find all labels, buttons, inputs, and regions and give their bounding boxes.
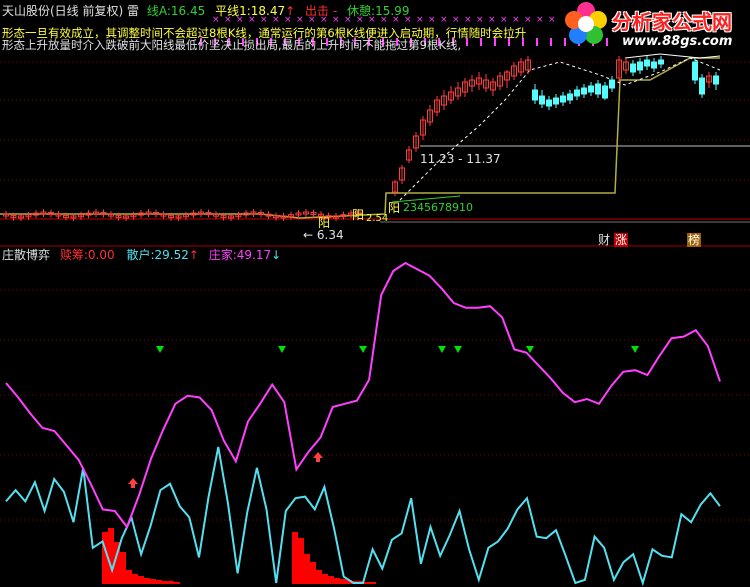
volume-bar [334, 578, 340, 584]
candle-body [595, 83, 601, 95]
line-a-value: 16.45 [170, 4, 206, 18]
candle-body [574, 89, 580, 97]
signal-x: × [452, 15, 460, 25]
candle-body [539, 95, 545, 105]
volume-bar [304, 554, 310, 584]
exit-value: - [332, 4, 338, 18]
indicator-header: 庄散博弈 赎筹:0.00 散户:29.52↑ 庄家:49.17↓ [2, 248, 281, 262]
indicator-name[interactable]: 庄散博弈 [2, 248, 50, 262]
volume-bar [310, 562, 316, 584]
volume-bar [150, 579, 156, 584]
retail-label: 散户: [126, 248, 155, 262]
candle-body [699, 77, 705, 95]
signal-x: × [512, 15, 520, 25]
signal-x: × [416, 15, 424, 25]
signal-x: × [476, 15, 484, 25]
volume-bar [156, 580, 162, 584]
signal-x: × [500, 15, 508, 25]
header-row-1: 天山股份(日线 前复权) 雷 线A:16.45 平线1:18.47↑ 出击 - … [2, 4, 409, 18]
up-arrow-icon: ↑ [285, 4, 296, 18]
candle-body [637, 61, 643, 71]
retail-value: 29.52 [154, 248, 189, 262]
signal-x: × [488, 15, 496, 25]
volume-bar [120, 552, 126, 584]
volume-bar [328, 576, 334, 584]
badge-zhang[interactable]: 涨 [614, 233, 629, 247]
volume-bar [322, 574, 328, 584]
candle-body [567, 93, 573, 101]
volume-bar [138, 576, 144, 584]
volume-bar [174, 582, 180, 584]
signal-tick [550, 38, 552, 46]
yang-count-label: 2.54 [366, 213, 389, 224]
volume-bar [126, 570, 132, 584]
volume-bar [108, 528, 114, 584]
cash-value: 0.00 [87, 248, 115, 262]
candle-body [560, 95, 566, 103]
candle-body [609, 79, 615, 89]
volume-bar [132, 574, 138, 584]
retail-arrow-icon: ↑ [188, 248, 199, 262]
site-logo[interactable]: 分析家公式网 www.88gs.com [560, 0, 750, 52]
candle-body [644, 59, 650, 67]
badge-bang[interactable]: 榜 [687, 233, 702, 247]
rest-value: 15.99 [375, 4, 410, 18]
exit-label: 出击 [305, 4, 330, 18]
signal-x: × [524, 15, 532, 25]
candle-body [692, 61, 698, 81]
rest-label: 休憩: [347, 4, 376, 18]
low-price-label: ← 6.34 [303, 228, 344, 242]
signal-x: × [440, 15, 448, 25]
yang-small-label: 阳 [318, 216, 331, 230]
signal-x: × [548, 15, 556, 25]
volume-bar [298, 538, 304, 584]
signal-x: × [428, 15, 436, 25]
dealer-value: 49.17 [236, 248, 272, 262]
cash-label: 赎筹: [59, 248, 88, 262]
signal-x: × [536, 15, 544, 25]
volume-bar [144, 578, 150, 584]
candle-body [658, 59, 664, 65]
volume-bar [364, 582, 370, 584]
stock-tag: 雷 [127, 4, 140, 18]
yang-sequence-label: 2345678910 [403, 201, 473, 214]
candle-body [588, 85, 594, 93]
range-label: 11.23 - 11.37 [420, 152, 501, 166]
candle-body [630, 63, 636, 73]
signal-x: × [464, 15, 472, 25]
volume-bar [340, 579, 346, 584]
ma1-label: 平线1: [215, 4, 251, 18]
dealer-arrow-icon: ↓ [271, 248, 282, 262]
candle-body [713, 75, 719, 85]
logo-title: 分析家公式网 [612, 10, 732, 34]
candle-body [532, 89, 538, 101]
volume-bar [292, 532, 298, 584]
stock-name[interactable]: 天山股份(日线 前复权) [2, 4, 123, 18]
volume-bar [162, 581, 168, 584]
yang-mid-label: 阳 [352, 208, 365, 222]
volume-bar [370, 582, 376, 584]
dealer-label: 庄家: [208, 248, 237, 262]
line-a-label: 线A: [146, 4, 171, 18]
note-line-2: 形态上升放量时介入跌破前大阳线最低价坚决止损出局,最后的上升时间不能拖过第9根K… [2, 38, 462, 52]
candle-body [581, 87, 587, 95]
badge-cai[interactable]: 财 [598, 233, 610, 247]
yang-big-label: 阳 [388, 201, 401, 215]
logo-url: www.88gs.com [622, 34, 733, 49]
ma1-value: 18.47 [250, 4, 286, 18]
candle-body [602, 85, 608, 99]
stock-chart-canvas[interactable]: × × × × × × × × × × × × × × × × × × × × × × × × × × × × × [0, 0, 750, 587]
candle-body [546, 99, 552, 107]
volume-bar [316, 570, 322, 584]
volume-bar [168, 581, 174, 584]
candle-body [651, 61, 657, 69]
candle-body [553, 97, 559, 105]
signal-tick [536, 38, 538, 46]
